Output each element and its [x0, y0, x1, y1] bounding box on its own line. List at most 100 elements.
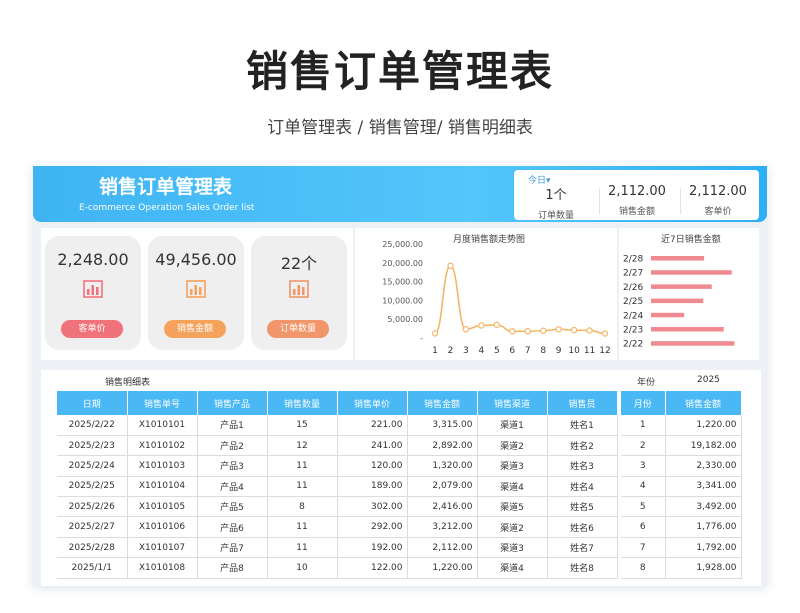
- table-cell[interactable]: 渠道5: [477, 496, 548, 518]
- table-cell[interactable]: 12: [267, 435, 338, 457]
- table-cell[interactable]: X1010104: [127, 476, 198, 498]
- data-point[interactable]: [493, 321, 501, 329]
- table-cell[interactable]: 292.00: [337, 516, 408, 538]
- data-point[interactable]: [539, 327, 547, 334]
- data-point[interactable]: [586, 327, 593, 334]
- table-cell[interactable]: 11: [267, 455, 338, 477]
- table-cell[interactable]: 7: [621, 537, 666, 559]
- table-cell[interactable]: X1010107: [127, 537, 198, 559]
- table-cell[interactable]: 2025/2/23: [57, 435, 128, 457]
- table-cell[interactable]: X1010102: [127, 435, 198, 457]
- table-cell[interactable]: 19,182.00: [665, 435, 742, 457]
- bar[interactable]: [651, 327, 724, 332]
- table-cell[interactable]: 渠道2: [477, 435, 548, 457]
- table-cell[interactable]: 渠道3: [477, 537, 548, 559]
- table-cell[interactable]: 192.00: [337, 537, 408, 559]
- table-cell[interactable]: 1: [621, 415, 666, 436]
- table-cell[interactable]: 产品7: [197, 537, 268, 559]
- table-cell[interactable]: 11: [267, 476, 338, 498]
- card-order-count-button[interactable]: 订单数量: [267, 320, 329, 338]
- table-cell[interactable]: 产品1: [197, 415, 268, 436]
- table-cell[interactable]: 302.00: [337, 496, 408, 518]
- table-cell[interactable]: 2,079.00: [407, 476, 478, 498]
- table-cell[interactable]: 姓名8: [547, 557, 618, 579]
- table-cell[interactable]: 姓名1: [547, 415, 618, 436]
- table-cell[interactable]: 2,330.00: [665, 455, 742, 477]
- table-cell[interactable]: 1,792.00: [665, 537, 742, 559]
- table-cell[interactable]: X1010106: [127, 516, 198, 538]
- data-point[interactable]: [555, 326, 562, 333]
- table-cell[interactable]: 8: [621, 557, 666, 579]
- table-cell[interactable]: 2025/2/22: [57, 415, 128, 436]
- table-cell[interactable]: 产品4: [197, 476, 268, 498]
- data-point[interactable]: [509, 328, 516, 335]
- table-cell[interactable]: 产品5: [197, 496, 268, 518]
- table-cell[interactable]: 渠道3: [477, 455, 548, 477]
- table-cell[interactable]: 122.00: [337, 557, 408, 579]
- table-cell[interactable]: 1,928.00: [665, 557, 742, 579]
- data-point[interactable]: [601, 330, 609, 337]
- card-sales-amount-button[interactable]: 销售金额: [164, 320, 226, 338]
- table-cell[interactable]: 2025/2/27: [57, 516, 128, 538]
- table-cell[interactable]: 2025/2/26: [57, 496, 128, 518]
- table-cell[interactable]: 产品6: [197, 516, 268, 538]
- bar[interactable]: [651, 298, 704, 304]
- table-cell[interactable]: X1010105: [127, 496, 198, 518]
- table-cell[interactable]: 1,776.00: [665, 516, 742, 538]
- data-point[interactable]: [462, 326, 470, 333]
- table-cell[interactable]: X1010108: [127, 557, 198, 579]
- table-cell[interactable]: 姓名4: [547, 476, 618, 498]
- table-cell[interactable]: 3,492.00: [665, 496, 742, 518]
- table-cell[interactable]: 8: [267, 496, 338, 518]
- table-cell[interactable]: 渠道1: [477, 415, 548, 436]
- table-cell[interactable]: 姓名6: [547, 516, 618, 538]
- table-cell[interactable]: 产品8: [197, 557, 268, 579]
- table-cell[interactable]: 2025/2/28: [57, 537, 128, 559]
- table-cell[interactable]: 姓名3: [547, 455, 618, 477]
- bar[interactable]: [651, 284, 712, 289]
- table-cell[interactable]: 渠道4: [477, 557, 548, 579]
- table-cell[interactable]: 6: [621, 516, 666, 538]
- data-point[interactable]: [447, 262, 454, 270]
- table-cell[interactable]: 15: [267, 415, 338, 436]
- table-cell[interactable]: 渠道2: [477, 516, 548, 538]
- data-point[interactable]: [570, 326, 578, 334]
- bar[interactable]: [651, 256, 705, 261]
- table-cell[interactable]: 4: [621, 476, 666, 498]
- table-cell[interactable]: 241.00: [337, 435, 408, 457]
- table-cell[interactable]: 3,315.00: [407, 415, 478, 436]
- table-cell[interactable]: 姓名2: [547, 435, 618, 457]
- table-cell[interactable]: 3: [621, 455, 666, 477]
- year-value[interactable]: 2025: [697, 375, 720, 385]
- table-cell[interactable]: 2,416.00: [407, 496, 478, 518]
- data-point[interactable]: [524, 328, 531, 335]
- table-cell[interactable]: 2025/1/1: [57, 557, 128, 579]
- data-point[interactable]: [431, 330, 439, 337]
- table-cell[interactable]: 2025/2/24: [57, 455, 128, 477]
- card-unit-price-button[interactable]: 客单价: [61, 320, 123, 338]
- table-cell[interactable]: 1,220.00: [665, 415, 742, 436]
- table-cell[interactable]: 3,341.00: [665, 476, 742, 498]
- table-cell[interactable]: 产品2: [197, 435, 268, 457]
- bar[interactable]: [651, 341, 735, 346]
- table-cell[interactable]: 渠道4: [477, 476, 548, 498]
- table-cell[interactable]: 5: [621, 496, 666, 518]
- table-cell[interactable]: 11: [267, 516, 338, 538]
- table-cell[interactable]: 1,320.00: [407, 455, 478, 477]
- bar[interactable]: [651, 270, 732, 275]
- table-cell[interactable]: 2025/2/25: [57, 476, 128, 498]
- table-cell[interactable]: X1010101: [127, 415, 198, 436]
- table-cell[interactable]: 1,220.00: [407, 557, 478, 579]
- table-cell[interactable]: 120.00: [337, 455, 408, 477]
- table-cell[interactable]: 11: [267, 537, 338, 559]
- table-cell[interactable]: 产品3: [197, 455, 268, 477]
- table-cell[interactable]: 189.00: [337, 476, 408, 498]
- table-cell[interactable]: 2: [621, 435, 666, 457]
- table-cell[interactable]: 221.00: [337, 415, 408, 436]
- table-cell[interactable]: 姓名7: [547, 537, 618, 559]
- table-cell[interactable]: 10: [267, 557, 338, 579]
- table-cell[interactable]: 2,112.00: [407, 537, 478, 559]
- table-cell[interactable]: 2,892.00: [407, 435, 478, 457]
- table-cell[interactable]: 姓名5: [547, 496, 618, 518]
- table-cell[interactable]: 3,212.00: [407, 516, 478, 538]
